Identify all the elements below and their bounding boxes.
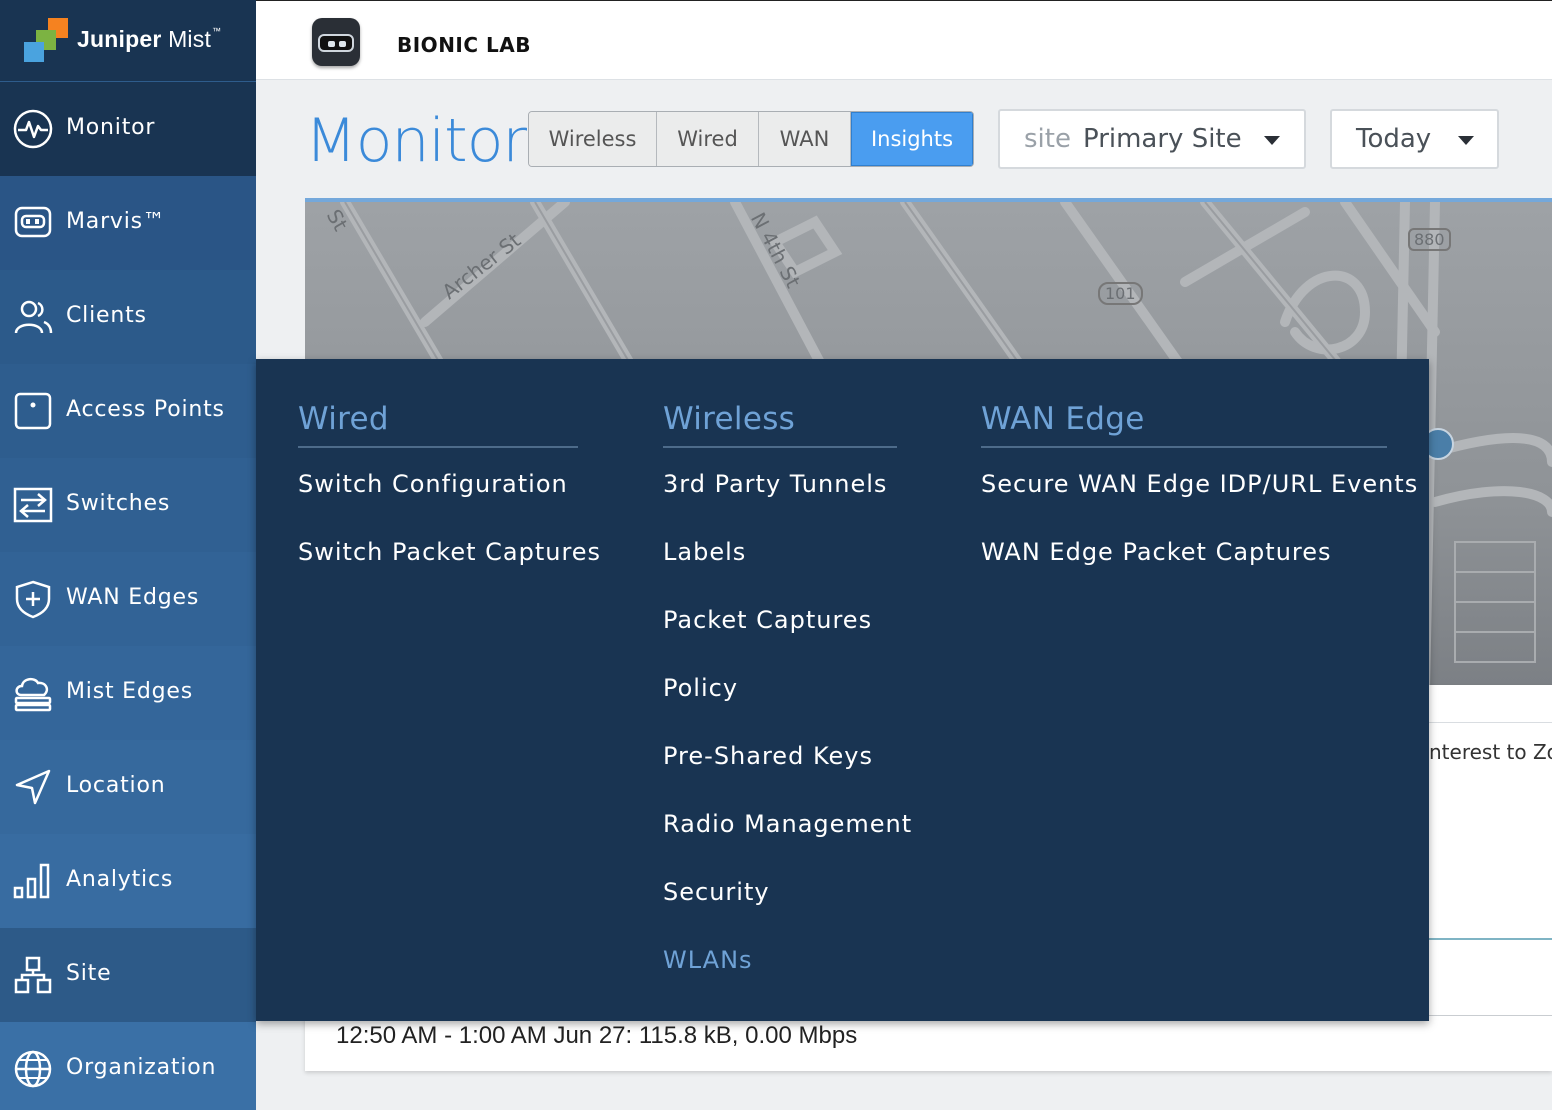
sidebar-item-label: Organization xyxy=(66,1055,217,1080)
card-divider xyxy=(1429,1015,1552,1016)
site-selector-value: Primary Site xyxy=(1082,124,1242,154)
menu-heading-wireless: Wireless xyxy=(663,401,897,448)
menu-item-3rd-party-tunnels[interactable]: 3rd Party Tunnels xyxy=(663,450,897,518)
sidebar-item-label: Analytics xyxy=(66,867,174,892)
menu-item-wlans[interactable]: WLANs xyxy=(663,926,897,994)
card-divider xyxy=(1429,722,1552,723)
sidebar-item-monitor[interactable]: Monitor xyxy=(0,82,256,176)
sidebar-item-switches[interactable]: Switches xyxy=(0,458,256,552)
sidebar-item-label: Access Points xyxy=(66,397,225,422)
chevron-down-icon xyxy=(1458,136,1474,145)
monitor-view-tabs: Wireless Wired WAN Insights xyxy=(528,111,974,167)
tab-wireless[interactable]: Wireless xyxy=(529,112,657,166)
wan-edge-shield-icon xyxy=(15,580,51,619)
menu-heading-wan-edge: WAN Edge xyxy=(981,401,1387,448)
menu-item-switch-configuration[interactable]: Switch Configuration xyxy=(298,450,578,518)
zoom-hint-text: nterest to Zoo xyxy=(1429,740,1552,764)
site-mega-menu: Wired Switch Configuration Switch Packet… xyxy=(256,359,1429,1021)
analytics-bars-icon xyxy=(13,863,50,899)
chevron-down-icon xyxy=(1264,136,1280,145)
sidebar-item-mist-edges[interactable]: Mist Edges xyxy=(0,646,256,740)
switch-icon xyxy=(13,487,53,523)
sidebar: Juniper Mist™ Monitor Marvis™ Clients Ac… xyxy=(0,0,256,1110)
sidebar-item-marvis[interactable]: Marvis™ xyxy=(0,176,256,270)
menu-item-packet-captures[interactable]: Packet Captures xyxy=(663,586,897,654)
sidebar-item-site[interactable]: Site xyxy=(0,928,256,1022)
menu-item-secure-wan-edge-idp-url-events[interactable]: Secure WAN Edge IDP/URL Events xyxy=(981,450,1417,518)
sidebar-item-label: Switches xyxy=(66,491,171,516)
time-range-selector[interactable]: Today xyxy=(1330,109,1499,169)
org-avatar[interactable] xyxy=(312,18,360,66)
top-bar: BIONIC LAB xyxy=(256,0,1552,80)
page-title: Monitor xyxy=(305,106,527,176)
sidebar-item-label: WAN Edges xyxy=(66,585,200,610)
menu-item-security[interactable]: Security xyxy=(663,858,897,926)
menu-item-radio-management[interactable]: Radio Management xyxy=(663,790,911,858)
site-selector[interactable]: site Primary Site xyxy=(998,109,1306,169)
menu-item-policy[interactable]: Policy xyxy=(663,654,897,722)
sidebar-item-analytics[interactable]: Analytics xyxy=(0,834,256,928)
location-arrow-icon xyxy=(15,769,51,805)
sidebar-item-organization[interactable]: Organization xyxy=(0,1022,256,1110)
sidebar-item-label: Location xyxy=(66,773,166,798)
map-highway-shield: 880 xyxy=(1408,228,1451,251)
sidebar-item-clients[interactable]: Clients xyxy=(0,270,256,364)
juniper-cube-icon xyxy=(24,18,68,62)
mist-edge-cloud-icon xyxy=(14,677,52,712)
sidebar-item-label: Marvis™ xyxy=(66,209,166,234)
monitor-pulse-icon xyxy=(13,109,53,149)
sidebar-item-label: Clients xyxy=(66,303,147,328)
sidebar-item-label: Mist Edges xyxy=(66,679,194,704)
access-point-icon xyxy=(14,392,52,430)
tab-wired[interactable]: Wired xyxy=(657,112,759,166)
sidebar-item-wan-edges[interactable]: WAN Edges xyxy=(0,552,256,646)
menu-item-pre-shared-keys[interactable]: Pre-Shared Keys xyxy=(663,722,897,790)
tab-insights[interactable]: Insights xyxy=(851,112,973,166)
org-name[interactable]: BIONIC LAB xyxy=(397,33,531,57)
globe-icon xyxy=(14,1050,52,1088)
tab-wan[interactable]: WAN xyxy=(759,112,851,166)
menu-column-wan-edge: WAN Edge Secure WAN Edge IDP/URL Events … xyxy=(981,401,1417,586)
menu-column-wired: Wired Switch Configuration Switch Packet… xyxy=(298,401,600,586)
map-highway-shield: 101 xyxy=(1098,282,1143,305)
sidebar-item-label: Monitor xyxy=(66,115,156,140)
sidebar-item-label: Site xyxy=(66,961,112,986)
site-hierarchy-icon xyxy=(14,956,52,994)
menu-item-wan-edge-packet-captures[interactable]: WAN Edge Packet Captures xyxy=(981,518,1387,586)
menu-heading-wired: Wired xyxy=(298,401,578,448)
menu-item-switch-packet-captures[interactable]: Switch Packet Captures xyxy=(298,518,600,586)
menu-item-labels[interactable]: Labels xyxy=(663,518,897,586)
chart-tooltip: 12:50 AM - 1:00 AM Jun 27: 115.8 kB, 0.0… xyxy=(336,1022,858,1049)
marvis-icon xyxy=(14,206,52,238)
sidebar-item-access-points[interactable]: Access Points xyxy=(0,364,256,458)
brand-name: Juniper Mist™ xyxy=(77,26,222,52)
sidebar-item-location[interactable]: Location xyxy=(0,740,256,834)
site-selector-prefix: site xyxy=(1024,124,1071,154)
brand-logo[interactable]: Juniper Mist™ xyxy=(0,0,256,81)
chart-baseline xyxy=(1429,938,1552,940)
menu-column-wireless: Wireless 3rd Party Tunnels Labels Packet… xyxy=(663,401,911,994)
time-range-value: Today xyxy=(1356,124,1432,154)
users-icon xyxy=(14,300,53,334)
